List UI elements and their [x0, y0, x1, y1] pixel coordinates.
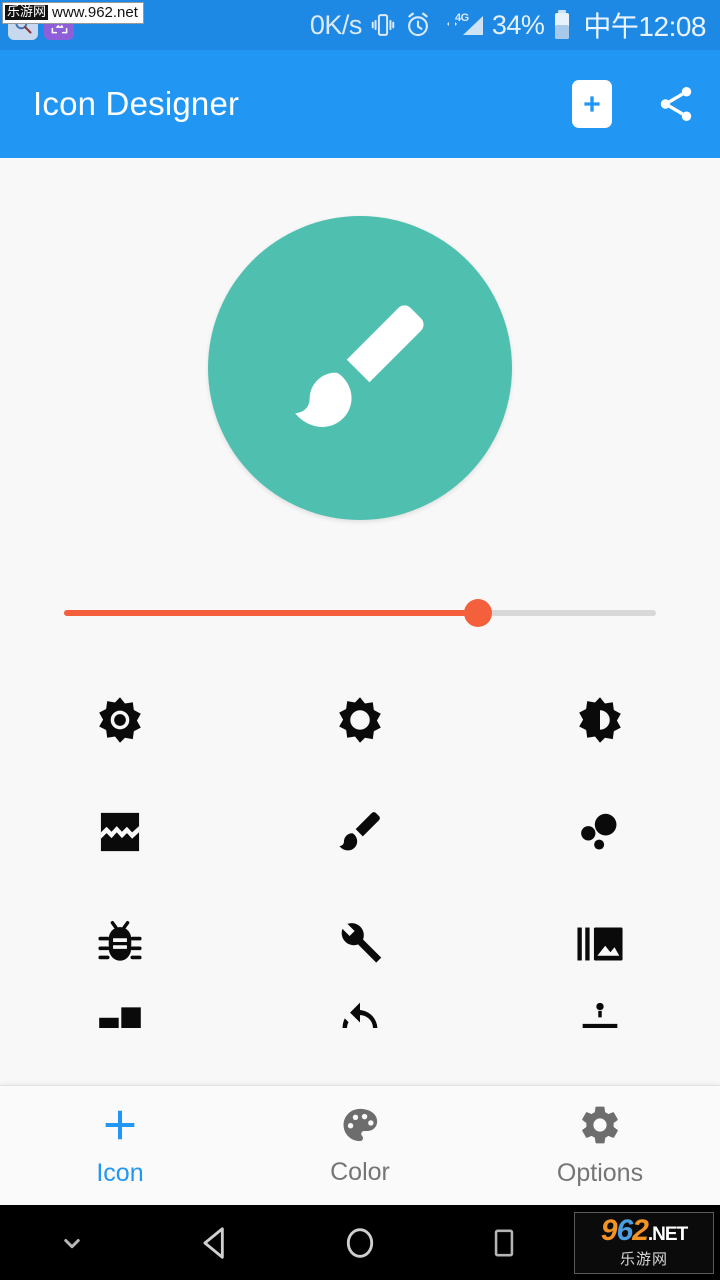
icon-cell-brush[interactable]	[240, 776, 480, 888]
cached-icon	[342, 1002, 378, 1028]
battery-icon	[551, 9, 573, 41]
chevron-down-icon	[64, 1238, 80, 1248]
bug-report-icon	[98, 921, 142, 961]
slider-thumb[interactable]	[464, 599, 493, 627]
signal-icon: 4G	[439, 10, 485, 40]
watermark-962-logo: 962.NET	[600, 1214, 688, 1247]
bubble-chart-icon	[581, 813, 617, 850]
back-icon	[203, 1226, 224, 1259]
watermark-net-label: .NET	[647, 1224, 688, 1245]
brush-icon	[294, 304, 424, 427]
icon-preview-area	[0, 158, 720, 578]
brightness-medium-icon	[579, 697, 621, 743]
cake-icon	[582, 1002, 618, 1028]
home-icon	[346, 1227, 374, 1258]
business-icon	[99, 1007, 141, 1028]
bottom-navigation: Icon Color Options	[0, 1085, 720, 1205]
size-slider[interactable]	[64, 598, 656, 628]
broken-image-icon	[100, 812, 140, 852]
build-wrench-icon	[341, 923, 382, 963]
site-watermark-top: 乐游网 www.962.net	[2, 2, 144, 25]
icon-cell-brightness-high[interactable]	[0, 664, 240, 776]
icon-cell-bubble-chart[interactable]	[480, 776, 720, 888]
recents-icon	[494, 1229, 514, 1256]
gear-icon	[582, 1106, 618, 1144]
home-button[interactable]	[288, 1224, 432, 1262]
watermark-digit-9: 9	[600, 1214, 618, 1247]
icon-cell-brightness-low[interactable]	[240, 664, 480, 776]
nav-item-options[interactable]: Options	[480, 1086, 720, 1205]
watermark-digit-2: 2	[632, 1214, 649, 1247]
icon-cell-burst-mode[interactable]	[480, 888, 720, 1000]
watermark-cn-label: 乐游网	[5, 4, 49, 21]
nav-label-icon: Icon	[96, 1159, 144, 1187]
nav-label-color: Color	[330, 1158, 390, 1186]
add-icon	[584, 96, 600, 112]
add-icon-button[interactable]	[572, 80, 612, 128]
nav-item-icon[interactable]: Icon	[0, 1086, 240, 1205]
icon-cell-build-wrench[interactable]	[240, 888, 480, 1000]
brightness-high-icon	[99, 697, 141, 743]
watermark-digit-6: 6	[616, 1214, 634, 1247]
system-navigation-bar: 962.NET 乐游网	[0, 1205, 720, 1280]
burst-mode-icon	[577, 927, 623, 961]
palette-icon	[343, 1108, 378, 1142]
nav-label-options: Options	[556, 1159, 644, 1187]
icon-cell-broken-image[interactable]	[0, 776, 240, 888]
phone-screen: 0K/s 4G 34% 中午12:08 乐游网 www.962.net Icon…	[0, 0, 720, 1280]
svg-text:4G: 4G	[455, 12, 469, 24]
brush-icon	[339, 812, 380, 851]
slider-fill	[64, 610, 479, 616]
nav-item-color[interactable]: Color	[240, 1086, 480, 1205]
icon-cell-business[interactable]	[0, 1000, 240, 1028]
share-button[interactable]	[654, 82, 698, 126]
page-title: Icon Designer	[33, 85, 240, 122]
app-bar-actions	[572, 80, 698, 128]
icon-cell-bug-report[interactable]	[0, 888, 240, 1000]
watermark-cn-bottom-label: 乐游网	[619, 1251, 668, 1268]
app-bar: Icon Designer	[0, 50, 720, 158]
icon-preview[interactable]	[208, 216, 512, 520]
main-content	[0, 158, 720, 1085]
slider-row	[0, 578, 720, 648]
site-watermark-bottom: 962.NET 乐游网	[574, 1211, 714, 1274]
icon-cell-cake[interactable]	[480, 1000, 720, 1028]
icon-cell-cached[interactable]	[240, 1000, 480, 1028]
status-bar-indicators: 0K/s 4G 34% 中午12:08	[309, 5, 707, 45]
battery-percent-label: 34%	[491, 9, 545, 40]
network-speed-label: 0K/s	[309, 9, 363, 40]
icon-grid	[0, 648, 720, 1028]
back-button[interactable]	[144, 1224, 288, 1262]
alarm-icon	[404, 11, 432, 39]
recents-button[interactable]	[432, 1226, 576, 1260]
watermark-url-label: www.962.net	[52, 4, 138, 21]
status-bar: 0K/s 4G 34% 中午12:08 乐游网 www.962.net	[0, 0, 720, 50]
share-icon	[660, 87, 692, 121]
vibrate-icon	[369, 11, 397, 39]
icon-cell-brightness-medium[interactable]	[480, 664, 720, 776]
plus-icon	[105, 1110, 135, 1140]
clock-label: 中午12:08	[583, 11, 706, 42]
brightness-low-icon	[339, 697, 381, 743]
hide-keyboard-button[interactable]	[0, 1228, 144, 1258]
